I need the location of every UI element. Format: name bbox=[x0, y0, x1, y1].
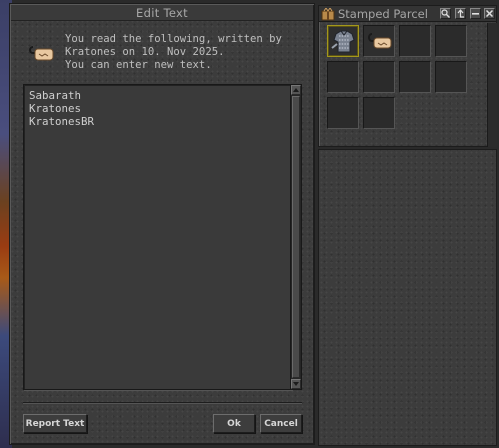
text-edit-area[interactable]: Sabarath Kratones KratonesBR bbox=[23, 84, 292, 390]
ok-button[interactable]: Ok bbox=[213, 414, 255, 433]
container-slot[interactable] bbox=[435, 61, 467, 93]
chain-armor-icon bbox=[331, 30, 355, 53]
arrow-up-icon bbox=[293, 88, 299, 92]
container-slot[interactable] bbox=[327, 61, 359, 93]
text-line: Kratones bbox=[29, 102, 82, 115]
container-slot[interactable] bbox=[363, 25, 395, 57]
container-slot[interactable] bbox=[327, 97, 359, 129]
report-text-button[interactable]: Report Text bbox=[23, 414, 87, 433]
letter-icon bbox=[26, 41, 56, 65]
container-slot[interactable] bbox=[435, 25, 467, 57]
empty-side-panel bbox=[318, 149, 497, 446]
close-icon bbox=[485, 9, 494, 18]
container-slot[interactable] bbox=[363, 61, 395, 93]
container-slot[interactable] bbox=[363, 97, 395, 129]
search-icon bbox=[441, 9, 450, 18]
container-slots bbox=[327, 25, 475, 129]
scroll-up-button[interactable] bbox=[291, 85, 301, 95]
scroll-track[interactable] bbox=[292, 96, 300, 378]
close-button[interactable] bbox=[484, 8, 495, 19]
container-header[interactable]: Stamped Parcel bbox=[319, 6, 496, 22]
dialog-message: You read the following, written by Krato… bbox=[65, 33, 282, 71]
parcel-icon bbox=[321, 7, 335, 21]
text-scrollbar[interactable] bbox=[290, 84, 302, 390]
dialog-title: Edit Text bbox=[136, 5, 188, 20]
scroll-down-button[interactable] bbox=[291, 379, 301, 389]
minimize-icon bbox=[472, 13, 479, 15]
text-line: KratonesBR bbox=[29, 115, 95, 128]
container-slot[interactable] bbox=[327, 25, 359, 57]
search-button[interactable] bbox=[440, 8, 451, 19]
text-line: Sabarath bbox=[29, 89, 82, 102]
up-arrow-icon bbox=[457, 9, 464, 18]
minimize-button[interactable] bbox=[470, 8, 481, 19]
cancel-button[interactable]: Cancel bbox=[260, 414, 302, 433]
container-title: Stamped Parcel bbox=[338, 7, 428, 21]
dialog-titlebar[interactable]: Edit Text bbox=[11, 5, 313, 21]
dialog-separator bbox=[23, 402, 302, 404]
container-slot[interactable] bbox=[399, 25, 431, 57]
parcel-container: Stamped Parcel bbox=[318, 5, 497, 147]
up-level-button[interactable] bbox=[455, 8, 466, 19]
letter-icon bbox=[368, 33, 392, 49]
container-scrollbar[interactable] bbox=[487, 23, 497, 147]
edit-text-dialog: Edit Text You read the following, writte… bbox=[9, 3, 315, 445]
container-slot[interactable] bbox=[399, 61, 431, 93]
arrow-down-icon bbox=[293, 382, 299, 386]
scroll-thumb[interactable] bbox=[292, 96, 300, 378]
